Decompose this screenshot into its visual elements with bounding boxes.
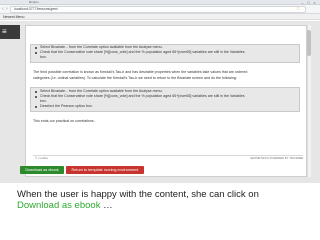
caption-line-2: Download as ebook …	[17, 200, 113, 211]
footer-copyright: © | Lobbe	[35, 156, 48, 160]
caption-ellipsis: …	[100, 200, 113, 211]
back-icon[interactable]: ‹	[2, 6, 4, 13]
closing-text: This ends our practical on correlations.	[33, 119, 95, 123]
scrollbar-thumb[interactable]	[307, 30, 311, 56]
return-to-template-button[interactable]: Return to template running environment	[66, 166, 144, 174]
bullet-icon	[35, 52, 37, 54]
bullet-icon	[35, 91, 37, 93]
hamburger-icon[interactable]: ≡	[2, 27, 7, 37]
bullet-icon	[35, 47, 37, 49]
caption-text: When the user is happy with the content,…	[17, 189, 259, 200]
caption-link: Download as ebook	[17, 200, 101, 211]
instruction-line: Check that the Conservative vote share […	[40, 50, 245, 54]
instruction-line: box.	[40, 55, 47, 59]
url-text[interactable]: localhost:3777/lessons/gem/	[14, 6, 58, 13]
paragraph-line: The third possible correlation is known …	[33, 70, 248, 74]
forward-icon[interactable]: ›	[6, 6, 8, 13]
instruction-line: Deselect the Pearson option box.	[40, 104, 93, 108]
bookmark-star-icon[interactable]: ☆	[296, 6, 300, 13]
paragraph-line: categories (i.e. ordinal variables). To …	[33, 76, 237, 80]
bullet-icon	[35, 96, 37, 98]
app-menu-bar	[0, 14, 320, 20]
footer-credit: GEOMETRICS POWERED BY TRICKREE	[250, 156, 304, 160]
instruction-line: Check that the Conservative vote share […	[40, 94, 245, 98]
download-ebook-button[interactable]: Download as ebook	[20, 166, 64, 174]
bullet-icon	[35, 106, 37, 108]
app-menu-label[interactable]: Newest Menu	[3, 14, 24, 20]
